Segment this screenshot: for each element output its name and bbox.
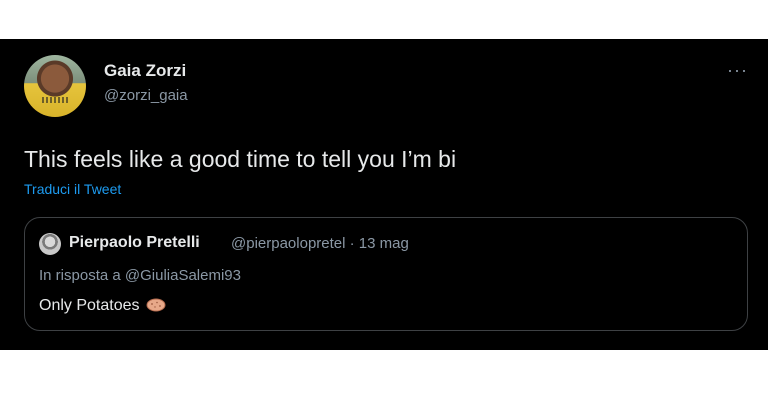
author-avatar[interactable] [24, 55, 86, 117]
avatar-shirt-print [42, 97, 68, 103]
translate-tweet-link[interactable]: Traduci il Tweet [24, 181, 121, 197]
quoted-author-meta: @pierpaolopretel · 13 mag [231, 235, 409, 252]
quoted-author-name[interactable]: Pierpaolo Pretelli [69, 234, 200, 252]
quoted-author-avatar[interactable] [39, 233, 61, 255]
quoted-tweet[interactable]: Pierpaolo Pretelli @pierpaolopretel · 13… [24, 217, 748, 331]
potato-icon [146, 298, 166, 312]
tweet-text: This feels like a good time to tell you … [24, 146, 457, 172]
author-name[interactable]: Gaia Zorzi [104, 61, 186, 81]
more-options-button[interactable]: ··· [727, 61, 748, 79]
quoted-tweet-text: Only Potatoes [39, 297, 140, 314]
author-handle[interactable]: @zorzi_gaia [104, 87, 188, 104]
reply-to-label: In risposta a @GiuliaSalemi93 [39, 267, 241, 284]
tweet-card: Gaia Zorzi @zorzi_gaia ··· This feels li… [0, 39, 768, 350]
quoted-tweet-text-row: Only Potatoes [39, 297, 166, 315]
